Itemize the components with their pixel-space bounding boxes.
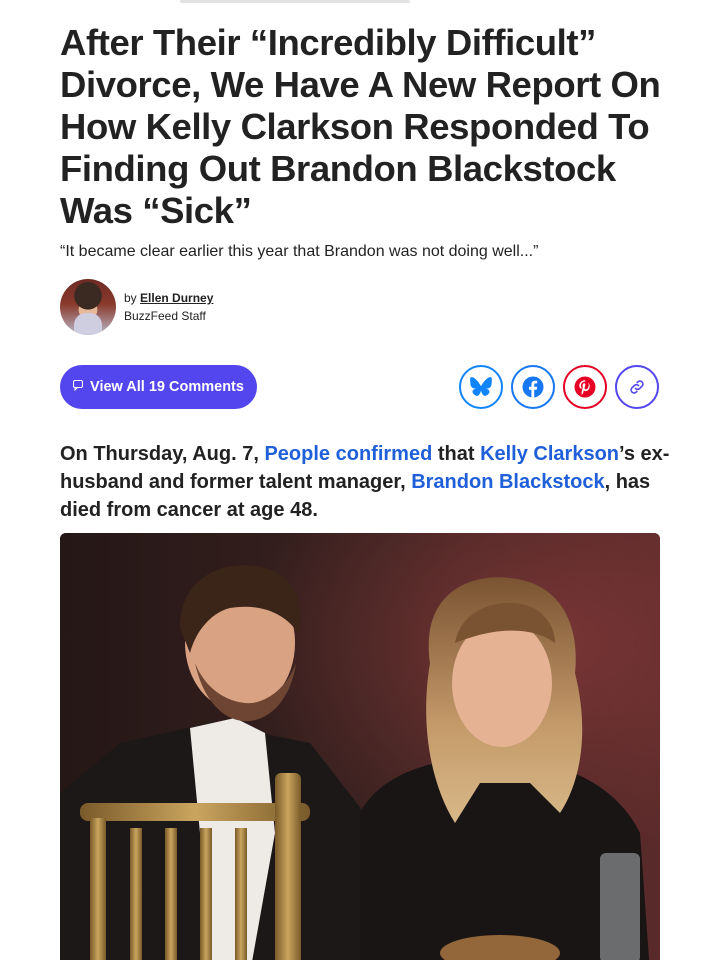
by-label: by: [124, 291, 137, 305]
byline: by Ellen Durney BuzzFeed Staff: [60, 279, 213, 335]
share-bluesky-button[interactable]: [459, 365, 503, 409]
author-line: by Ellen Durney: [124, 290, 213, 306]
share-pinterest-button[interactable]: [563, 365, 607, 409]
article-headline: After Their “Incredibly Difficult” Divor…: [60, 22, 661, 231]
article-dek: “It became clear earlier this year that …: [60, 243, 539, 260]
author-avatar[interactable]: [60, 279, 116, 335]
author-role: BuzzFeed Staff: [124, 309, 206, 323]
people-confirmed-link[interactable]: People confirmed: [264, 443, 432, 465]
bluesky-icon: [470, 377, 492, 396]
brandon-blackstock-link[interactable]: Brandon Blackstock: [411, 471, 604, 493]
article-lede: On Thursday, Aug. 7, People confirmed th…: [60, 440, 680, 524]
author-info: by Ellen Durney BuzzFeed Staff: [124, 290, 213, 324]
top-divider: [180, 0, 410, 3]
lede-text: On Thursday, Aug. 7,: [60, 443, 265, 465]
view-comments-label: View All 19 Comments: [90, 379, 244, 395]
link-icon: [630, 380, 644, 394]
view-comments-button[interactable]: View All 19 Comments: [60, 365, 257, 409]
share-facebook-button[interactable]: [511, 365, 555, 409]
author-name-link[interactable]: Ellen Durney: [140, 291, 213, 305]
facebook-icon: [522, 376, 544, 398]
kelly-clarkson-link[interactable]: Kelly Clarkson: [480, 443, 619, 465]
pinterest-icon: [574, 376, 596, 398]
comment-icon: [73, 380, 84, 394]
copy-link-button[interactable]: [615, 365, 659, 409]
photo-illustration: [60, 533, 660, 960]
share-bar: [459, 365, 659, 409]
article-photo: [60, 533, 660, 960]
lede-text: that: [432, 443, 481, 465]
